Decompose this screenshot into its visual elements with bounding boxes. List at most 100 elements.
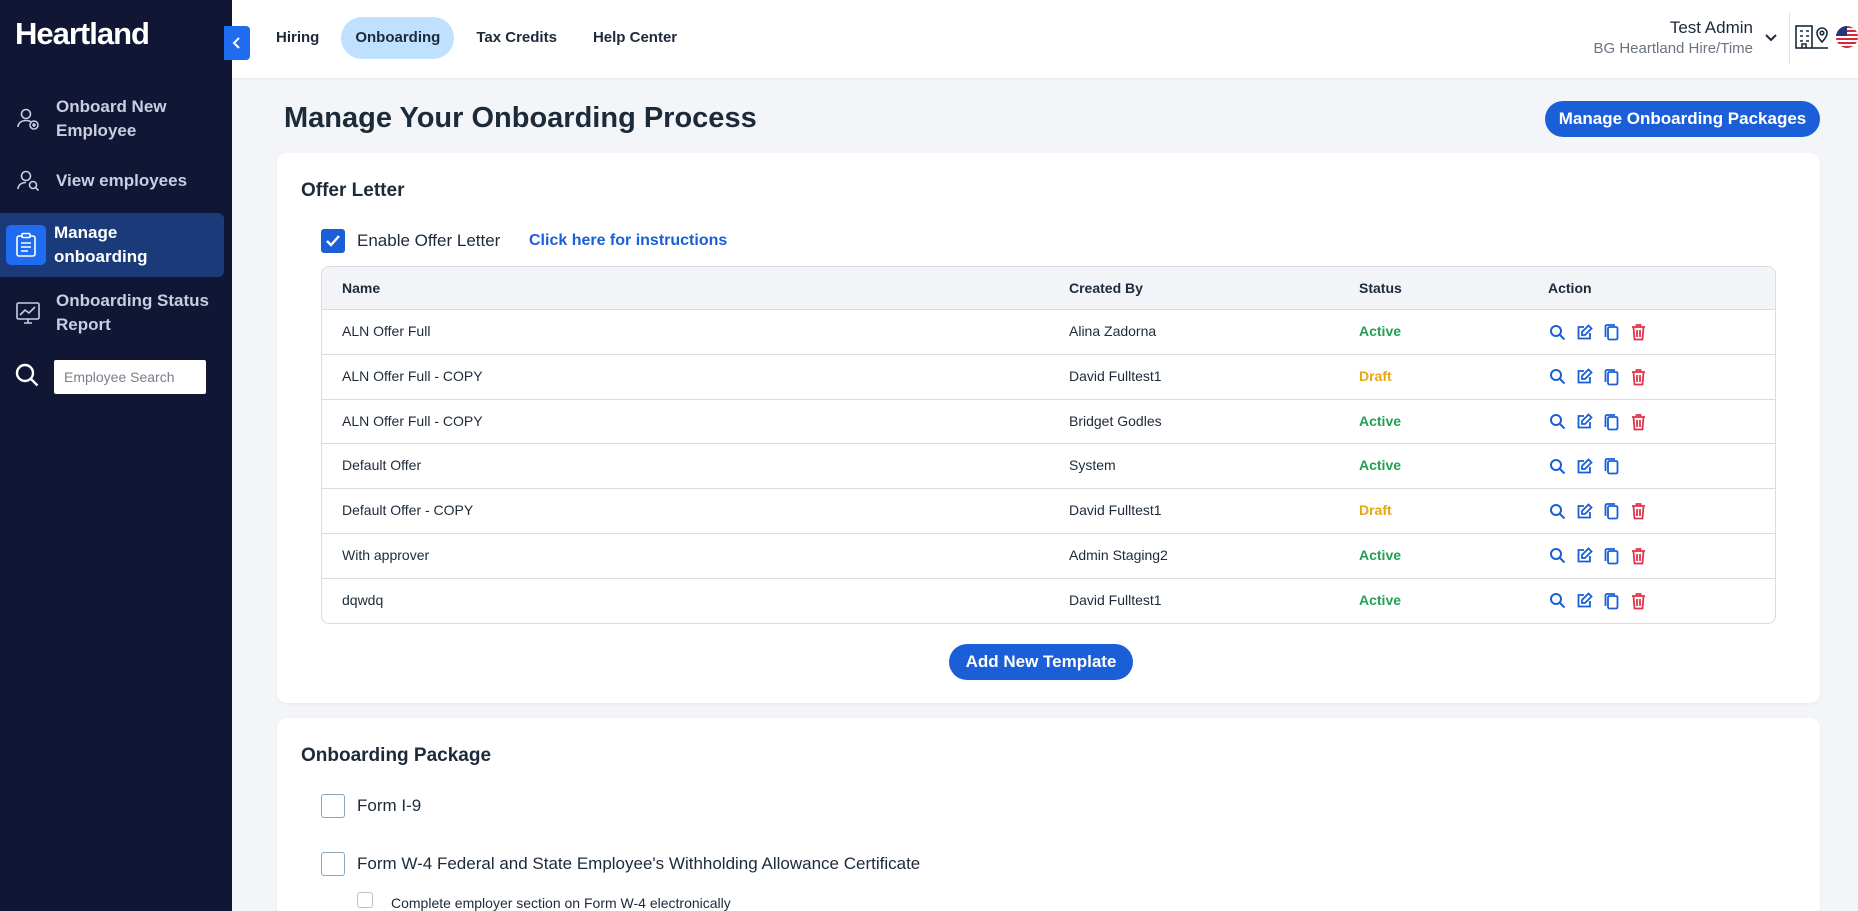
row-actions (1548, 591, 1656, 611)
view-icon[interactable] (1548, 501, 1566, 521)
status-badge: Draft (1359, 367, 1392, 384)
delete-icon[interactable] (1629, 367, 1647, 387)
heartland-logo[interactable]: Heartland (15, 16, 150, 52)
offer-letter-table: Name Created By Status Action ALN Offer … (321, 266, 1776, 624)
edit-icon[interactable] (1575, 456, 1593, 476)
row-actions (1548, 322, 1656, 342)
sidebar-item-manage-onboarding[interactable]: Manage onboarding (0, 213, 224, 277)
row-actions (1548, 546, 1656, 566)
delete-icon[interactable] (1629, 412, 1647, 432)
delete-icon[interactable] (1629, 591, 1647, 611)
view-icon[interactable] (1548, 322, 1566, 342)
edit-icon[interactable] (1575, 546, 1593, 566)
edit-icon[interactable] (1575, 367, 1593, 387)
us-flag-icon[interactable] (1836, 26, 1858, 48)
copy-icon[interactable] (1602, 322, 1620, 342)
template-name: Default Offer (342, 457, 422, 474)
top-nav-tabs: Hiring Onboarding Tax Credits Help Cente… (262, 17, 699, 59)
manage-onboarding-packages-button[interactable]: Manage Onboarding Packages (1545, 101, 1820, 137)
view-icon[interactable] (1548, 456, 1566, 476)
template-name: With approver (342, 546, 430, 563)
enable-offer-letter-checkbox[interactable] (321, 229, 345, 253)
onboarding-package-card: Onboarding Package Form I-9 Form W-4 Fed… (277, 718, 1820, 911)
offer-letter-card: Offer Letter Enable Offer Letter Click h… (277, 153, 1820, 703)
delete-icon[interactable] (1629, 322, 1647, 342)
table-header: Name Created By Status Action (322, 267, 1775, 310)
status-badge: Active (1359, 591, 1402, 608)
column-header-created-by[interactable]: Created By (1069, 280, 1143, 296)
table-row: ALN Offer Full Alina Zadorna Active (322, 310, 1775, 355)
edit-icon[interactable] (1575, 591, 1593, 611)
copy-icon[interactable] (1602, 367, 1620, 387)
status-badge: Active (1359, 546, 1402, 563)
collapse-sidebar-button[interactable] (224, 26, 250, 60)
status-badge: Active (1359, 457, 1402, 474)
sidebar-item-label: Manage onboarding (54, 223, 148, 266)
sidebar-item-view-employees[interactable]: View employees (0, 166, 224, 196)
view-icon[interactable] (1548, 412, 1566, 432)
delete-icon[interactable] (1629, 546, 1647, 566)
status-badge: Active (1359, 412, 1402, 429)
template-name: Default Offer - COPY (342, 502, 474, 519)
copy-icon[interactable] (1602, 501, 1620, 521)
checkmark-icon (326, 235, 340, 247)
column-header-status[interactable]: Status (1359, 280, 1402, 296)
table-body: ALN Offer Full Alina Zadorna Active ALN Off… (322, 310, 1775, 623)
sidebar-item-onboarding-status-report[interactable]: Onboarding Status Report (0, 288, 224, 338)
template-created-by: Alina Zadorna (1069, 323, 1157, 339)
sidebar-item-onboard-new-employee[interactable]: Onboard New Employee (0, 94, 224, 144)
delete-icon[interactable] (1629, 501, 1647, 521)
w4-employer-section-checkbox[interactable] (357, 892, 373, 908)
template-name: dqwdq (342, 591, 384, 608)
instructions-link[interactable]: Click here for instructions (529, 232, 727, 250)
copy-icon[interactable] (1602, 456, 1620, 476)
page-title: Manage Your Onboarding Process (284, 102, 757, 134)
edit-icon[interactable] (1575, 501, 1593, 521)
form-i9-label: Form I-9 (357, 796, 422, 815)
chart-icon (14, 299, 42, 327)
edit-icon[interactable] (1575, 412, 1593, 432)
form-w4-label: Form W-4 Federal and State Employee's Wi… (357, 854, 921, 873)
row-actions (1548, 501, 1656, 521)
view-icon[interactable] (1548, 367, 1566, 387)
onboarding-package-title: Onboarding Package (301, 745, 492, 766)
view-icon[interactable] (1548, 546, 1566, 566)
tab-tax-credits[interactable]: Tax Credits (462, 17, 571, 59)
template-created-by: Admin Staging2 (1069, 546, 1168, 563)
copy-icon[interactable] (1602, 412, 1620, 432)
divider (1789, 12, 1790, 64)
copy-icon[interactable] (1602, 591, 1620, 611)
template-name: ALN Offer Full (342, 323, 431, 339)
row-actions (1548, 367, 1656, 387)
status-badge: Draft (1359, 502, 1392, 519)
chevron-left-icon (232, 37, 240, 49)
form-w4-checkbox[interactable] (321, 852, 345, 876)
table-row: ALN Offer Full - COPY David Fulltest1 Draf… (322, 355, 1775, 400)
user-menu[interactable]: Test Admin BG Heartland Hire/Time (1594, 18, 1754, 57)
template-created-by: David Fulltest1 (1069, 591, 1162, 608)
table-row: dqwdq David Fulltest1 Active (322, 579, 1775, 623)
top-bar: Hiring Onboarding Tax Credits Help Cente… (232, 0, 1858, 78)
chevron-down-icon[interactable] (1764, 30, 1778, 48)
building-location-icon[interactable] (1794, 24, 1830, 55)
employee-search-input[interactable] (54, 360, 206, 394)
edit-icon[interactable] (1575, 322, 1593, 342)
tab-onboarding[interactable]: Onboarding (341, 17, 455, 59)
status-badge: Active (1359, 323, 1402, 339)
offer-letter-title: Offer Letter (301, 180, 405, 201)
form-i9-checkbox[interactable] (321, 794, 345, 818)
template-created-by: David Fulltest1 (1069, 367, 1162, 384)
copy-icon[interactable] (1602, 546, 1620, 566)
employee-search (14, 360, 206, 394)
users-icon (14, 167, 42, 195)
tab-help-center[interactable]: Help Center (579, 17, 691, 59)
add-new-template-button[interactable]: Add New Template (949, 644, 1133, 680)
column-header-name[interactable]: Name (342, 280, 380, 296)
table-row: Default Offer System Active (322, 444, 1775, 490)
search-icon[interactable] (14, 362, 40, 393)
table-row: Default Offer - COPY David Fulltest1 Draft (322, 489, 1775, 534)
tab-hiring[interactable]: Hiring (262, 17, 333, 59)
view-icon[interactable] (1548, 591, 1566, 611)
user-name: Test Admin (1669, 18, 1753, 37)
template-created-by: System (1069, 457, 1116, 474)
